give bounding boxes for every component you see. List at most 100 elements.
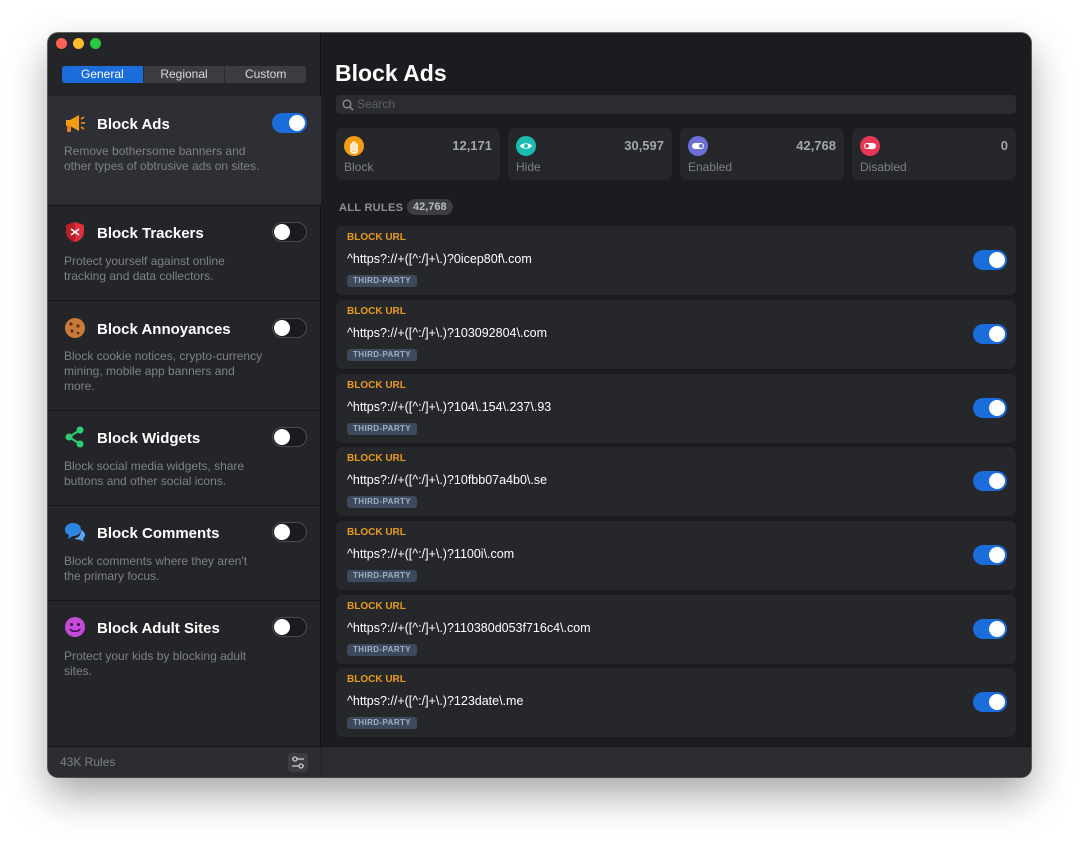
rule-pattern: ^https?://+([^:/]+\.)?123date\.me — [347, 694, 524, 708]
sidebar: General Regional Custom Block Ads Remove… — [48, 33, 321, 777]
zoom-window-button[interactable] — [90, 38, 101, 49]
rule-row[interactable]: BLOCK URL ^https?://+([^:/]+\.)?10fbb07a… — [336, 447, 1016, 516]
rule-type-label: BLOCK URL — [347, 527, 406, 538]
rule-pattern: ^https?://+([^:/]+\.)?104\.154\.237\.93 — [347, 400, 552, 414]
third-party-badge: THIRD-PARTY — [347, 349, 418, 361]
rule-row[interactable]: BLOCK URL ^https?://+([^:/]+\.)?104\.154… — [336, 374, 1016, 443]
search-icon — [342, 98, 354, 116]
third-party-badge: THIRD-PARTY — [347, 275, 418, 287]
sidebar-item-title: Block Adult Sites — [97, 620, 220, 637]
rule-row[interactable]: BLOCK URL ^https?://+([^:/]+\.)?0icep80f… — [336, 226, 1016, 295]
stat-label: Enabled — [688, 160, 733, 174]
stat-label: Block — [344, 160, 374, 174]
toggle-on-icon — [688, 136, 708, 156]
stat-card-hide[interactable]: 30,597 Hide — [508, 128, 672, 180]
sidebar-item-description: Block cookie notices, crypto-currency mi… — [64, 349, 263, 393]
stat-label: Hide — [516, 160, 541, 174]
sidebar-item-title: Block Trackers — [97, 225, 204, 242]
category-segmented-control: General Regional Custom — [62, 66, 306, 83]
shield-icon — [63, 221, 87, 243]
stat-value: 0 — [1000, 138, 1008, 153]
rule-toggle[interactable] — [973, 398, 1007, 418]
rule-pattern: ^https?://+([^:/]+\.)?103092804\.com — [347, 326, 548, 340]
sidebar-item-block-annoyances[interactable]: Block Annoyances Block cookie notices, c… — [48, 301, 321, 411]
minimize-window-button[interactable] — [73, 38, 84, 49]
stat-value: 42,768 — [796, 138, 836, 153]
rules-count-label: 43K Rules — [60, 755, 116, 769]
rule-toggle[interactable] — [973, 324, 1007, 344]
sidebar-item-description: Block social media widgets, share button… — [64, 459, 245, 488]
block-comments-toggle[interactable] — [272, 522, 307, 542]
sidebar-item-description: Protect your kids by blocking adult site… — [64, 649, 247, 678]
megaphone-icon — [63, 112, 87, 134]
main-panel: Block Ads Search 12,171 Block 30,597 Hid… — [322, 33, 1031, 777]
stat-card-enabled[interactable]: 42,768 Enabled — [680, 128, 844, 180]
app-window: General Regional Custom Block Ads Remove… — [48, 33, 1031, 777]
segment-general[interactable]: General — [62, 66, 143, 83]
block-ads-toggle[interactable] — [272, 113, 307, 133]
window-controls — [56, 38, 101, 49]
cookie-icon — [63, 317, 87, 339]
stat-card-block[interactable]: 12,171 Block — [336, 128, 500, 180]
sidebar-item-block-adult-sites[interactable]: Block Adult Sites Protect your kids by b… — [48, 601, 321, 696]
rule-type-label: BLOCK URL — [347, 453, 406, 464]
rule-type-label: BLOCK URL — [347, 232, 406, 243]
share-icon — [63, 426, 87, 448]
smiley-icon — [63, 616, 87, 638]
page-title: Block Ads — [335, 60, 447, 86]
sidebar-item-title: Block Ads — [97, 116, 170, 133]
rule-toggle[interactable] — [973, 619, 1007, 639]
filter-settings-button[interactable] — [288, 753, 308, 772]
block-trackers-toggle[interactable] — [272, 222, 307, 242]
block-adult-sites-toggle[interactable] — [272, 617, 307, 637]
rule-row[interactable]: BLOCK URL ^https?://+([^:/]+\.)?1100i\.c… — [336, 521, 1016, 590]
sidebar-item-title: Block Widgets — [97, 430, 201, 447]
all-rules-heading: ALL RULES — [339, 202, 404, 214]
stat-value: 12,171 — [452, 138, 492, 153]
sidebar-item-description: Remove bothersome banners and other type… — [64, 144, 260, 173]
rule-row[interactable]: BLOCK URL ^https?://+([^:/]+\.)?123date\… — [336, 668, 1016, 737]
block-annoyances-toggle[interactable] — [272, 318, 307, 338]
rule-type-label: BLOCK URL — [347, 674, 406, 685]
close-window-button[interactable] — [56, 38, 67, 49]
third-party-badge: THIRD-PARTY — [347, 717, 418, 729]
rule-pattern: ^https?://+([^:/]+\.)?0icep80f\.com — [347, 252, 532, 266]
rule-pattern: ^https?://+([^:/]+\.)?10fbb07a4b0\.se — [347, 473, 548, 487]
sidebar-item-block-trackers[interactable]: Block Trackers Protect yourself against … — [48, 206, 321, 301]
sliders-icon — [292, 756, 304, 769]
hand-icon — [344, 136, 364, 156]
main-footer — [322, 746, 1031, 777]
rule-toggle[interactable] — [973, 471, 1007, 491]
sidebar-item-block-widgets[interactable]: Block Widgets Block social media widgets… — [48, 411, 321, 506]
speech-bubbles-icon — [63, 521, 87, 543]
rule-row[interactable]: BLOCK URL ^https?://+([^:/]+\.)?110380d0… — [336, 595, 1016, 664]
sidebar-item-title: Block Annoyances — [97, 321, 231, 338]
third-party-badge: THIRD-PARTY — [347, 423, 418, 435]
search-field[interactable]: Search — [336, 95, 1016, 114]
sidebar-item-description: Protect yourself against online tracking… — [64, 254, 225, 283]
all-rules-count-badge: 42,768 — [407, 199, 453, 215]
toggle-off-icon — [860, 136, 880, 156]
sidebar-item-block-comments[interactable]: Block Comments Block comments where they… — [48, 506, 321, 601]
block-widgets-toggle[interactable] — [272, 427, 307, 447]
search-placeholder: Search — [357, 97, 396, 111]
stat-value: 30,597 — [624, 138, 664, 153]
stat-card-disabled[interactable]: 0 Disabled — [852, 128, 1016, 180]
sidebar-footer: 43K Rules — [48, 746, 321, 777]
rule-toggle[interactable] — [973, 250, 1007, 270]
rule-toggle[interactable] — [973, 692, 1007, 712]
sidebar-item-title: Block Comments — [97, 525, 220, 542]
third-party-badge: THIRD-PARTY — [347, 496, 418, 508]
rule-toggle[interactable] — [973, 545, 1007, 565]
rule-type-label: BLOCK URL — [347, 601, 406, 612]
rule-type-label: BLOCK URL — [347, 306, 406, 317]
sidebar-item-description: Block comments where they aren't the pri… — [64, 554, 248, 583]
rule-pattern: ^https?://+([^:/]+\.)?110380d053f716c4\.… — [347, 621, 591, 635]
rule-row[interactable]: BLOCK URL ^https?://+([^:/]+\.)?10309280… — [336, 300, 1016, 369]
segment-custom[interactable]: Custom — [224, 66, 306, 83]
rule-pattern: ^https?://+([^:/]+\.)?1100i\.com — [347, 547, 515, 561]
segment-regional[interactable]: Regional — [142, 66, 225, 83]
eye-icon — [516, 136, 536, 156]
sidebar-item-block-ads[interactable]: Block Ads Remove bothersome banners and … — [48, 96, 321, 206]
rule-type-label: BLOCK URL — [347, 380, 406, 391]
